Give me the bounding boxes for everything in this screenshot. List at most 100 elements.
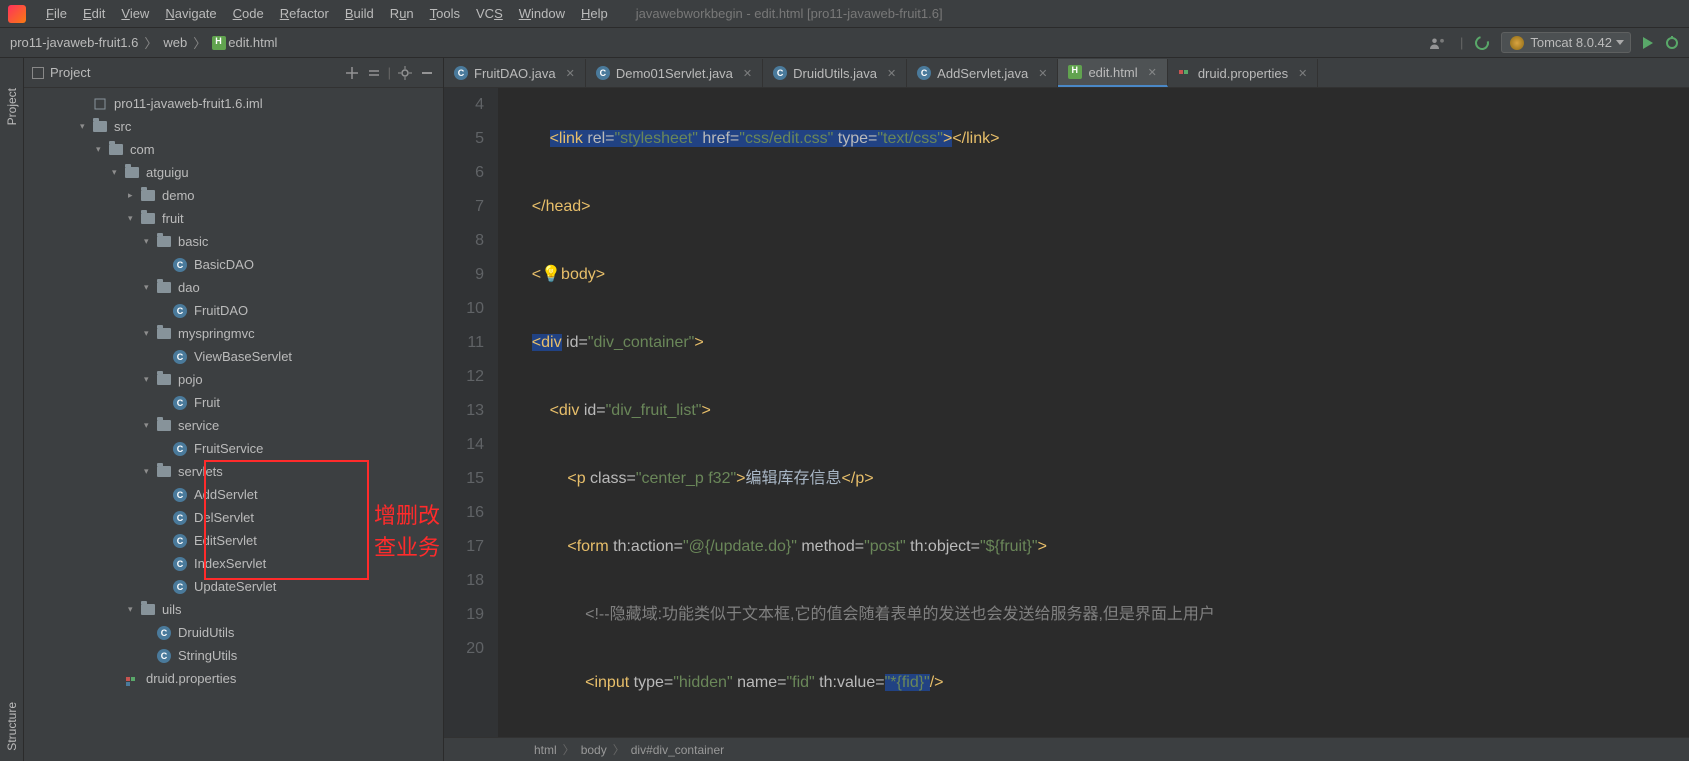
tool-tab-structure[interactable]: Structure <box>3 692 21 761</box>
close-icon[interactable]: ✕ <box>1298 67 1307 80</box>
breadcrumb-node[interactable]: div#div_container <box>631 743 724 757</box>
tree-item[interactable]: druid.properties <box>24 667 443 690</box>
code-editor[interactable]: 4567891011121314151617181920 <link rel="… <box>444 88 1689 737</box>
menu-tools[interactable]: Tools <box>422 6 468 21</box>
tree-item[interactable]: ▾atguigu <box>24 161 443 184</box>
tree-item-label: uils <box>162 602 182 617</box>
run-configuration-dropdown[interactable]: Tomcat 8.0.42 <box>1501 32 1631 53</box>
editor-tab[interactable]: CAddServlet.java✕ <box>907 59 1058 87</box>
tree-item[interactable]: CDruidUtils <box>24 621 443 644</box>
editor-tab[interactable]: druid.properties✕ <box>1168 59 1319 87</box>
tree-arrow-icon[interactable]: ▾ <box>144 466 156 477</box>
tree-arrow-icon[interactable]: ▾ <box>144 420 156 431</box>
editor-tab[interactable]: edit.html ✕ <box>1058 59 1167 87</box>
tree-item[interactable]: CBasicDAO <box>24 253 443 276</box>
tree-item[interactable]: pro11-javaweb-fruit1.6.iml <box>24 92 443 115</box>
menu-window[interactable]: Window <box>511 6 573 21</box>
tree-item[interactable]: ▾basic <box>24 230 443 253</box>
collapse-all-icon[interactable] <box>366 65 382 81</box>
tree-item[interactable]: CViewBaseServlet <box>24 345 443 368</box>
tree-item[interactable]: CFruitDAO <box>24 299 443 322</box>
tree-item-label: IndexServlet <box>194 556 266 571</box>
close-icon[interactable]: ✕ <box>1038 67 1047 80</box>
menu-bar: File Edit View Navigate Code Refactor Bu… <box>0 0 1689 28</box>
run-button[interactable] <box>1643 37 1653 49</box>
close-icon[interactable]: ✕ <box>743 67 752 80</box>
class-icon: C <box>596 66 610 80</box>
tree-arrow-icon[interactable]: ▾ <box>128 604 140 615</box>
scroll-from-source-icon[interactable] <box>344 65 360 81</box>
tree-arrow-icon[interactable]: ▾ <box>144 328 156 339</box>
tree-item[interactable]: ▾fruit <box>24 207 443 230</box>
tab-label: Demo01Servlet.java <box>616 66 733 81</box>
menu-file[interactable]: File <box>38 6 75 21</box>
tree-item[interactable]: CFruit <box>24 391 443 414</box>
tree-arrow-icon[interactable]: ▸ <box>128 190 140 201</box>
html-file-icon <box>212 36 226 50</box>
project-tree[interactable]: pro11-javaweb-fruit1.6.iml ▾ src ▾com▾atgui… <box>24 88 443 761</box>
menu-run[interactable]: Run <box>382 6 422 21</box>
gear-icon[interactable] <box>397 65 413 81</box>
editor-tab[interactable]: CDruidUtils.java✕ <box>763 59 907 87</box>
tree-item[interactable]: ▾ uils <box>24 598 443 621</box>
tree-item[interactable]: CStringUtils <box>24 644 443 667</box>
tool-tab-project[interactable]: Project <box>3 78 21 135</box>
tree-arrow-icon[interactable]: ▾ <box>128 213 140 224</box>
close-icon[interactable]: ✕ <box>1148 66 1157 79</box>
editor-breadcrumb[interactable]: html 〉 body 〉 div#div_container <box>444 737 1689 761</box>
menu-view[interactable]: View <box>113 6 157 21</box>
hide-icon[interactable] <box>419 65 435 81</box>
breadcrumb-item[interactable]: web <box>163 35 187 50</box>
breadcrumb[interactable]: pro11-javaweb-fruit1.6 〉 web 〉 edit.html <box>10 33 277 52</box>
tree-item-label: AddServlet <box>194 487 258 502</box>
tree-arrow-icon[interactable]: ▾ <box>96 144 108 155</box>
line-number: 4 <box>444 88 484 122</box>
breadcrumb-item[interactable]: pro11-javaweb-fruit1.6 <box>10 35 138 50</box>
class-icon: C <box>917 66 931 80</box>
breadcrumb-node[interactable]: body <box>581 743 607 757</box>
debug-button[interactable] <box>1665 36 1679 50</box>
tree-arrow-icon[interactable]: ▾ <box>144 236 156 247</box>
line-number: 10 <box>444 292 484 326</box>
menu-build[interactable]: Build <box>337 6 382 21</box>
menu-code[interactable]: Code <box>225 6 272 21</box>
close-icon[interactable]: ✕ <box>887 67 896 80</box>
tree-item[interactable]: ▾ pojo <box>24 368 443 391</box>
tree-arrow-icon[interactable]: ▾ <box>112 167 124 178</box>
editor-tab[interactable]: CFruitDAO.java✕ <box>444 59 586 87</box>
close-icon[interactable]: ✕ <box>566 67 575 80</box>
tree-item[interactable]: ▾servlets <box>24 460 443 483</box>
tree-arrow-icon[interactable]: ▾ <box>144 282 156 293</box>
line-number: 17 <box>444 530 484 564</box>
tree-arrow-icon[interactable]: ▾ <box>144 374 156 385</box>
tab-label: edit.html <box>1088 65 1137 80</box>
tree-item-label: src <box>114 119 131 134</box>
menu-help[interactable]: Help <box>573 6 616 21</box>
line-number: 7 <box>444 190 484 224</box>
line-number: 13 <box>444 394 484 428</box>
menu-edit[interactable]: Edit <box>75 6 113 21</box>
tree-item-label: ViewBaseServlet <box>194 349 292 364</box>
menu-refactor[interactable]: Refactor <box>272 6 337 21</box>
tree-item[interactable]: CFruitService <box>24 437 443 460</box>
tree-item[interactable]: ▾myspringmvc <box>24 322 443 345</box>
menu-vcs[interactable]: VCS <box>468 6 511 21</box>
tree-item[interactable]: ▸demo <box>24 184 443 207</box>
tree-item[interactable]: ▾ src <box>24 115 443 138</box>
breadcrumb-node[interactable]: html <box>534 743 557 757</box>
tree-item[interactable]: ▾service <box>24 414 443 437</box>
menu-navigate[interactable]: Navigate <box>157 6 224 21</box>
chevron-down-icon <box>1616 40 1624 45</box>
editor-tab[interactable]: C Demo01Servlet.java ✕ <box>586 59 763 87</box>
tree-arrow-icon[interactable]: ▾ <box>80 121 92 132</box>
breadcrumb-item[interactable]: edit.html <box>228 35 277 50</box>
tree-item[interactable]: ▾com <box>24 138 443 161</box>
tree-item-label: UpdateServlet <box>194 579 276 594</box>
users-icon[interactable] <box>1430 36 1448 50</box>
tree-item-label: pojo <box>178 372 203 387</box>
sync-icon[interactable] <box>1473 33 1492 52</box>
tree-item[interactable]: CUpdateServlet <box>24 575 443 598</box>
tab-label: DruidUtils.java <box>793 66 877 81</box>
tree-item[interactable]: ▾dao <box>24 276 443 299</box>
code-content[interactable]: <link rel="stylesheet" href="css/edit.cs… <box>498 88 1689 737</box>
